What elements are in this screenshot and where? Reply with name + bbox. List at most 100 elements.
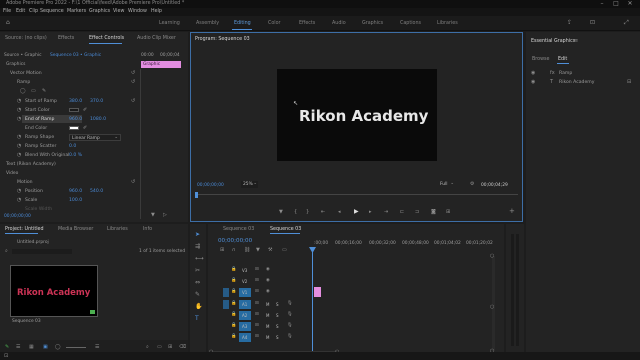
mark-out-icon[interactable]: } — [306, 209, 309, 215]
ripple-edit-tool-icon[interactable]: ⟷ — [195, 256, 204, 262]
motion-label[interactable]: Motion — [17, 180, 33, 185]
eye-icon[interactable]: ◉ — [531, 70, 535, 76]
ramp-label[interactable]: Ramp — [17, 80, 30, 85]
lock-icon[interactable]: 🔒 — [231, 312, 236, 318]
new-item-icon[interactable]: ⊞ — [168, 344, 172, 350]
sort-icon[interactable]: ◯ — [55, 344, 61, 350]
scroll-handle-icon[interactable]: ○ — [490, 253, 494, 259]
tab-media-browser[interactable]: Media Browser — [58, 227, 93, 232]
settings-icon[interactable]: ⚙ — [470, 181, 474, 187]
selection-tool-icon[interactable]: ➤ — [195, 232, 200, 238]
position-y-value[interactable]: 540.0 — [90, 189, 103, 194]
eye-icon[interactable]: ◉ — [531, 79, 535, 85]
stopwatch-icon[interactable]: ◔ — [17, 143, 21, 149]
sync-lock-icon[interactable]: ⊟ — [255, 289, 259, 295]
source-patch-v1[interactable] — [223, 288, 229, 297]
tab-project[interactable]: Project: Untitled — [5, 227, 44, 232]
stopwatch-icon[interactable]: ◔ — [17, 152, 21, 158]
start-y-value[interactable]: 370.0 — [90, 99, 103, 104]
captions-icon[interactable]: ▭ — [282, 247, 287, 253]
sync-lock-icon[interactable]: ⊟ — [255, 267, 259, 273]
mark-in-icon[interactable]: { — [294, 209, 297, 215]
eye-icon[interactable]: ◉ — [266, 289, 270, 295]
position-x-value[interactable]: 960.0 — [69, 189, 82, 194]
eye-icon[interactable]: ◉ — [266, 278, 270, 284]
mute-button[interactable]: M — [266, 324, 269, 329]
scroll-handle-icon[interactable]: ○ — [490, 304, 494, 310]
collapse-icon[interactable]: ⊟ — [627, 79, 631, 85]
add-marker-icon[interactable]: ▼ — [279, 209, 283, 215]
start-x-value[interactable]: 380.0 — [69, 99, 82, 104]
layer-rikon-academy[interactable]: Rikon Academy — [559, 80, 595, 85]
find-icon[interactable]: ⌕ — [146, 344, 149, 350]
minimize-button[interactable]: – — [596, 0, 608, 8]
track-a3[interactable]: A3 — [242, 324, 247, 329]
text-layer-label[interactable]: Text (Rikon Academy) — [6, 162, 56, 167]
close-button[interactable]: ✕ — [624, 0, 636, 8]
solo-button[interactable]: S — [276, 302, 279, 307]
track-v3[interactable]: V3 — [242, 268, 247, 273]
source-crumb[interactable]: Source • Graphic — [4, 53, 42, 58]
track-v1[interactable]: V1 — [242, 290, 247, 295]
lock-icon[interactable]: 🔒 — [231, 267, 236, 273]
nest-icon[interactable]: ⊞ — [220, 247, 224, 253]
hand-tool-icon[interactable]: ✋ — [195, 304, 202, 310]
tab-edit[interactable]: Edit — [558, 57, 567, 62]
pen-tool-icon[interactable]: ✎ — [195, 292, 200, 298]
razor-tool-icon[interactable]: ✂ — [195, 268, 200, 274]
lock-icon[interactable]: 🔒 — [231, 323, 236, 329]
mic-icon[interactable]: 🎙 — [287, 323, 293, 329]
step-back-icon[interactable]: ◂ — [338, 209, 341, 215]
workspace-graphics[interactable]: Graphics — [362, 21, 383, 26]
workspace-effects[interactable]: Effects — [299, 21, 315, 26]
mute-button[interactable]: M — [266, 302, 269, 307]
workspace-learning[interactable]: Learning — [159, 21, 180, 26]
essential-graphics-title[interactable]: Essential Graphics — [531, 39, 575, 44]
zoom-slider[interactable] — [66, 347, 86, 348]
program-playhead[interactable] — [195, 192, 198, 198]
graphic-clip-bar[interactable]: Graphic — [141, 61, 181, 68]
lift-icon[interactable]: ⊏ — [400, 209, 404, 215]
program-scrub-bar[interactable] — [196, 194, 518, 195]
solo-button[interactable]: S — [276, 313, 279, 318]
mic-icon[interactable]: 🎙 — [287, 301, 293, 307]
sync-lock-icon[interactable]: ⊟ — [255, 301, 259, 307]
extract-icon[interactable]: ⊐ — [415, 209, 419, 215]
zoom-dropdown[interactable]: 25% ⌄ — [241, 181, 258, 188]
reset-icon[interactable]: ↺ — [131, 98, 135, 104]
menu-markers[interactable]: Markers — [67, 9, 86, 14]
program-timecode[interactable]: 00;00;00;00 — [197, 183, 224, 188]
tab-info[interactable]: Info — [143, 227, 152, 232]
tab-effects[interactable]: Effects — [58, 36, 74, 41]
tab-sequence-2[interactable]: Sequence 03 — [270, 227, 301, 232]
tab-browse[interactable]: Browse — [532, 57, 549, 62]
vector-motion-label[interactable]: Vector Motion — [10, 71, 42, 76]
workspace-assembly[interactable]: Assembly — [196, 21, 219, 26]
menu-file[interactable]: File — [3, 9, 11, 14]
menu-window[interactable]: Window — [128, 9, 147, 14]
track-a4[interactable]: A4 — [242, 335, 247, 340]
scale-value[interactable]: 100.0 — [69, 198, 82, 203]
workspace-editing[interactable]: Editing — [234, 21, 251, 26]
solo-button[interactable]: S — [276, 324, 279, 329]
project-search-input[interactable] — [12, 249, 72, 254]
workspace-libraries[interactable]: Libraries — [437, 21, 458, 26]
video-frame[interactable]: Rikon Academy ↖ — [277, 69, 437, 161]
sequence-crumb[interactable]: Sequence 03 • Graphic — [50, 53, 101, 58]
snap-icon[interactable]: ∩ — [232, 247, 236, 253]
blend-value[interactable]: 0.0 % — [69, 153, 82, 158]
tab-libraries[interactable]: Libraries — [107, 227, 128, 232]
type-tool-icon[interactable]: T — [195, 316, 199, 322]
reset-icon[interactable]: ↺ — [131, 179, 135, 185]
eyedropper-icon[interactable]: ✐ — [83, 125, 87, 131]
icon-view-icon[interactable]: ▦ — [29, 344, 34, 350]
linked-selection-icon[interactable]: ⛓ — [244, 247, 250, 253]
play-icon[interactable]: ▶ — [354, 209, 359, 215]
tab-sequence-1[interactable]: Sequence 03 — [223, 227, 254, 232]
sync-lock-icon[interactable]: ⊟ — [255, 312, 259, 318]
source-patch-a1[interactable] — [223, 300, 229, 309]
layer-ramp[interactable]: Ramp — [559, 71, 572, 76]
playhead-line[interactable] — [312, 252, 313, 357]
sequence-item-name[interactable]: Sequence 03 — [12, 319, 41, 324]
home-icon[interactable]: ⌂ — [6, 20, 10, 26]
